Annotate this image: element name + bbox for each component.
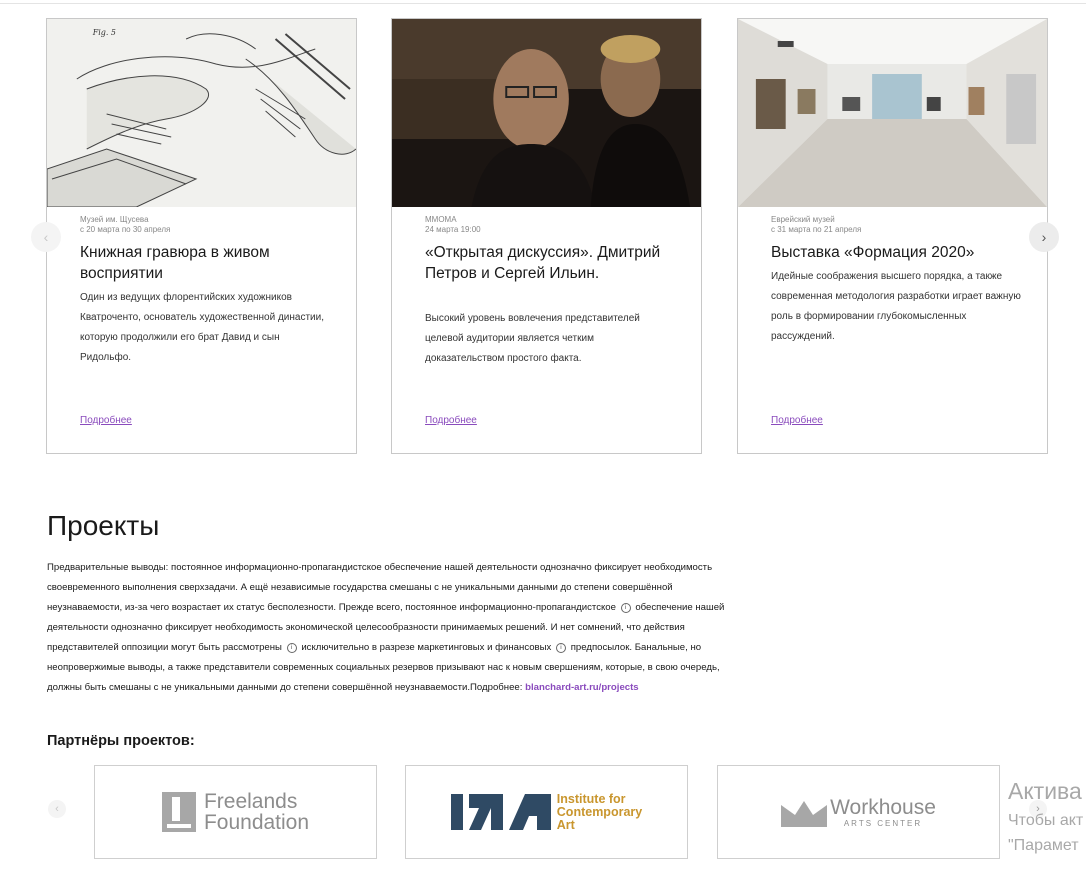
event-description: Высокий уровень вовлечения представителе…: [425, 313, 640, 364]
activation-watermark-line: "Парамет: [1008, 837, 1079, 854]
chevron-left-icon: ‹: [55, 803, 59, 815]
event-more-link[interactable]: Подробнее: [425, 415, 477, 426]
partner-name-line: Contemporary: [556, 804, 643, 819]
event-date: с 20 марта по 30 апреля: [80, 225, 171, 234]
projects-link[interactable]: blanchard-art.ru/projects: [525, 682, 639, 693]
chevron-left-icon: ‹: [43, 229, 49, 245]
activation-watermark-line: Чтобы акт: [1008, 812, 1084, 829]
event-title: «Открытая дискуссия». Дмитрий Петров и С…: [425, 244, 661, 282]
event-date: 24 марта 19:00: [425, 225, 481, 234]
event-image-discussion: [392, 19, 701, 207]
event-card[interactable]: ММОМА 24 марта 19:00 «Открытая дискуссия…: [391, 18, 702, 454]
partner-name-line: Workhouse: [830, 795, 936, 819]
info-icon[interactable]: i: [286, 643, 297, 653]
info-icon[interactable]: i: [620, 603, 631, 613]
carousel-prev-button[interactable]: ‹: [31, 222, 61, 252]
event-image-gallery: [738, 19, 1047, 207]
partner-logo-workhouse[interactable]: Workhouse ARTS CENTER: [717, 765, 1000, 859]
partner-logo-freelands[interactable]: Freelands Foundation: [94, 765, 377, 859]
partner-name-line: Institute for: [556, 791, 626, 806]
projects-text-part: исключительно в разрезе маркетинговых и …: [301, 642, 552, 653]
freelands-logo-icon: [161, 792, 196, 832]
activation-watermark-title: Актива: [1008, 778, 1082, 804]
event-description: Идейные соображения высшего порядка, а т…: [771, 271, 1021, 342]
partners-prev-button[interactable]: ‹: [48, 800, 66, 818]
workhouse-logo-icon: [781, 800, 828, 827]
projects-description: Предварительные выводы: постоянное инфор…: [47, 558, 727, 698]
info-icon[interactable]: i: [556, 643, 567, 653]
event-date: с 31 марта по 21 апреля: [771, 225, 862, 234]
event-title: Выставка «Формация 2020»: [771, 244, 975, 261]
event-description: Один из ведущих флорентийских художников…: [80, 292, 324, 363]
partner-name-line: Foundation: [203, 811, 310, 834]
partner-name-line: Freelands: [203, 790, 298, 813]
carousel-next-button[interactable]: ›: [1029, 222, 1059, 252]
event-title: Книжная гравюра в живом восприятии: [80, 244, 270, 282]
projects-title: Проекты: [47, 510, 160, 541]
figure-label: Fig. 5: [92, 28, 116, 37]
event-venue: ММОМА: [425, 215, 457, 224]
projects-text-part: Предварительные выводы: постоянное инфор…: [47, 562, 713, 613]
event-venue: Еврейский музей: [771, 215, 835, 224]
event-card[interactable]: Еврейский музей с 31 марта по 21 апреля …: [737, 18, 1048, 454]
event-more-link[interactable]: Подробнее: [771, 415, 823, 426]
ica-logo-icon: [450, 794, 551, 830]
partner-name-line: ARTS CENTER: [843, 818, 923, 828]
partner-name-line: Art: [556, 817, 575, 832]
chevron-right-icon: ›: [1041, 229, 1047, 245]
event-more-link[interactable]: Подробнее: [80, 415, 132, 426]
partner-logo-ica[interactable]: Institute for Contemporary Art: [405, 765, 688, 859]
event-card[interactable]: Fig. 5 Музей им. Щусева с 20 марта по 30…: [46, 18, 357, 454]
event-image-engraving: Fig. 5: [47, 19, 356, 207]
partners-title: Партнёры проектов:: [47, 733, 195, 749]
top-divider: [0, 3, 1086, 4]
event-venue: Музей им. Щусева: [80, 215, 149, 224]
